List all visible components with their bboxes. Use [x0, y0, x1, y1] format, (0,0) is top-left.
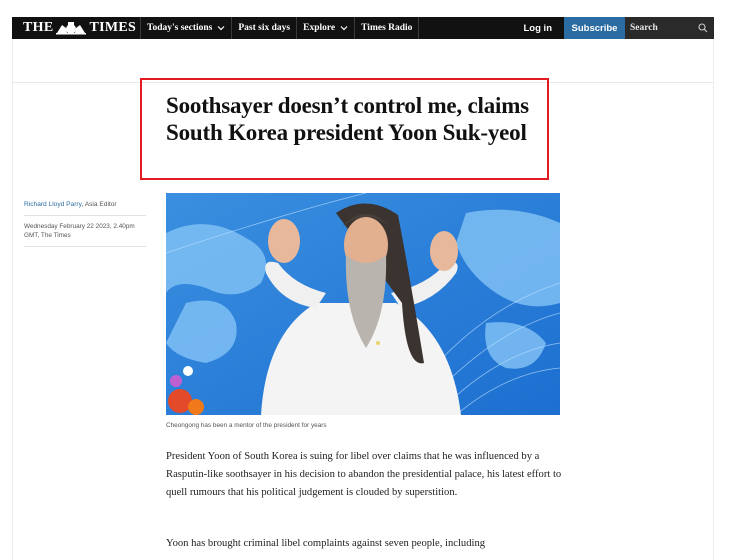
subscribe-button[interactable]: Subscribe: [564, 17, 625, 39]
search-icon[interactable]: [698, 23, 708, 33]
times-logo[interactable]: THE TIMES: [12, 17, 140, 39]
nav-past-six-days[interactable]: Past six days: [231, 17, 296, 39]
nav-label: Explore: [303, 23, 336, 33]
logo-text-the: THE: [23, 20, 54, 35]
hero-illustration: [166, 193, 560, 415]
page-border-left: [12, 39, 13, 560]
author-byline: Richard Lloyd Parry, Asia Editor: [24, 200, 146, 216]
publish-date: Wednesday February 22 2023, 2.40pm GMT, …: [24, 216, 146, 247]
chevron-down-icon: [217, 26, 225, 31]
nav-explore[interactable]: Explore: [296, 17, 354, 39]
chevron-down-icon: [340, 26, 348, 31]
nav-times-radio[interactable]: Times Radio: [354, 17, 420, 39]
article-meta: Richard Lloyd Parry, Asia Editor Wednesd…: [24, 200, 146, 247]
article-paragraph: Yoon has brought criminal libel complain…: [166, 538, 486, 549]
nav-label: Times Radio: [361, 23, 413, 33]
image-caption: Cheongong has been a mentor of the presi…: [166, 422, 327, 429]
search-box[interactable]: [625, 17, 714, 39]
page-border-right: [713, 39, 714, 560]
article-headline: Soothsayer doesn’t control me, claims So…: [166, 93, 529, 145]
author-link[interactable]: Richard Lloyd Parry: [24, 201, 81, 208]
login-button[interactable]: Log in: [512, 17, 565, 39]
article-hero-image[interactable]: [166, 193, 560, 415]
nav-todays-sections[interactable]: Today's sections: [140, 17, 231, 39]
article-paragraph: President Yoon of South Korea is suing f…: [166, 451, 562, 498]
royal-crest-icon: [56, 22, 87, 35]
logo-text-times: TIMES: [89, 20, 137, 35]
nav-label: Today's sections: [147, 23, 213, 33]
nav-label: Past six days: [238, 23, 291, 33]
author-role: , Asia Editor: [81, 201, 117, 208]
top-navigation-bar: THE TIMES Today's sections Past six days…: [12, 17, 714, 39]
search-input[interactable]: [630, 23, 690, 33]
